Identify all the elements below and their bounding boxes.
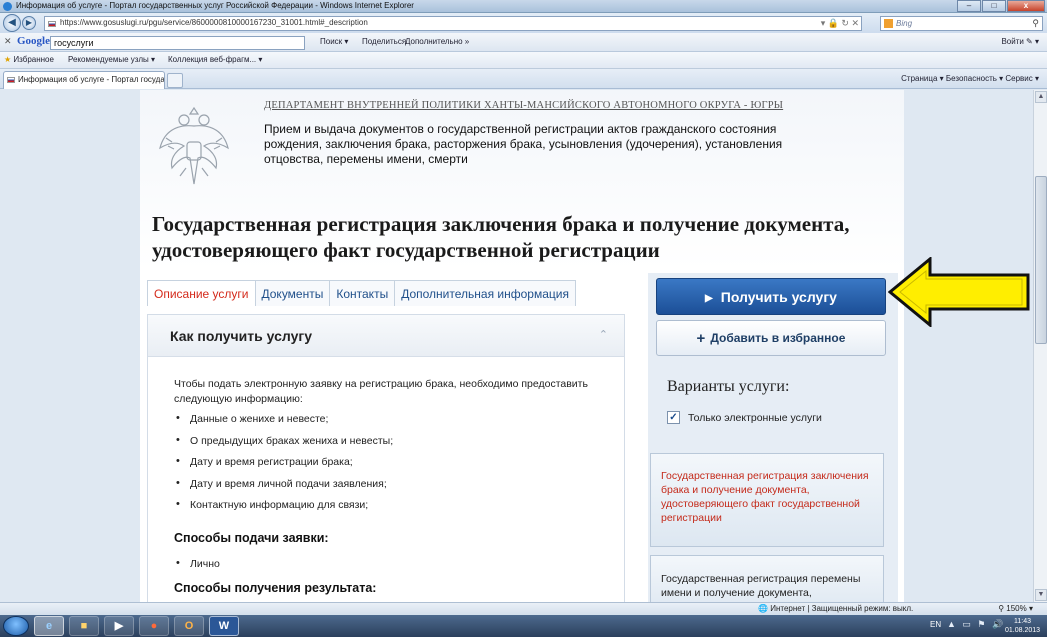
tab-additional-info[interactable]: Дополнительная информация xyxy=(394,280,576,306)
maximize-button[interactable]: □ xyxy=(982,0,1006,12)
window-title-bar: Информация об услуге - Портал государств… xyxy=(0,0,1047,13)
service-description: Прием и выдача документов о государствен… xyxy=(264,122,783,166)
security-zone: 🌐 Интернет | Защищенный режим: выкл. xyxy=(758,604,914,613)
globe-icon: 🌐 xyxy=(758,604,768,613)
only-electronic-checkbox[interactable]: ✓ xyxy=(667,411,680,424)
folder-taskbar-icon[interactable]: ■ xyxy=(69,616,99,636)
add-to-favorites-button[interactable]: + Добавить в избранное xyxy=(656,320,886,356)
russia-flag-icon xyxy=(7,77,15,83)
zoom-control[interactable]: ⚲ 150% ▾ xyxy=(998,604,1033,613)
new-tab-button[interactable] xyxy=(167,73,183,88)
signin-button[interactable]: Войти ✎ ▾ xyxy=(1001,37,1039,46)
variants-title: Варианты услуги: xyxy=(667,378,790,395)
close-icon[interactable]: ✕ xyxy=(4,36,12,47)
page-scrollbar[interactable]: ▲ ▼ xyxy=(1033,90,1047,602)
google-search-button[interactable]: Поиск ▾ xyxy=(320,37,348,46)
windows-taskbar: e ■ ▶ ● O W EN ▲ ▭ ⚑ 🔊 11:43 01.08.2013 xyxy=(0,615,1047,637)
page-content: ДЕПАРТАМЕНТ ВНУТРЕННЕЙ ПОЛИТИКИ ХАНТЫ-МА… xyxy=(140,90,904,602)
tray-icons[interactable]: ▲ ▭ ⚑ 🔊 xyxy=(947,619,1005,630)
favorites-button[interactable]: ★ Избранное xyxy=(4,55,54,64)
outlook-taskbar-icon[interactable]: O xyxy=(174,616,204,636)
service-description-panel: Как получить услугу ⌃ Чтобы подать элект… xyxy=(147,314,625,602)
variant-link[interactable]: Государственная регистрация заключения б… xyxy=(661,469,871,525)
favorites-item-recommended[interactable]: Рекомендуемые узлы ▾ xyxy=(68,55,155,64)
coat-of-arms-icon xyxy=(159,106,229,185)
google-logo: Google xyxy=(17,35,50,47)
google-search-input[interactable]: госуслуги xyxy=(50,36,305,50)
how-to-get-header[interactable]: Как получить услугу ⌃ xyxy=(148,315,624,357)
media-player-taskbar-icon[interactable]: ▶ xyxy=(104,616,134,636)
page-title: Государственная регистрация заключения б… xyxy=(152,212,850,262)
language-indicator[interactable]: EN xyxy=(930,620,941,629)
browser-tab-active[interactable]: Информация об услуге - Портал государств… xyxy=(3,71,165,89)
get-service-button[interactable]: ▶ Получить услугу xyxy=(656,278,886,315)
chevron-up-icon[interactable]: ⌃ xyxy=(599,328,608,341)
start-button[interactable] xyxy=(3,616,29,636)
url-text: https://www.gosuslugi.ru/pgu/service/860… xyxy=(60,18,368,27)
scroll-down-button[interactable]: ▼ xyxy=(1035,589,1047,601)
back-button[interactable]: ◀ xyxy=(3,14,21,32)
chrome-taskbar-icon[interactable]: ● xyxy=(139,616,169,636)
service-sidebar: ▶ Получить услугу + Добавить в избранное В… xyxy=(648,273,898,602)
list-item: Лично xyxy=(176,557,220,570)
google-toolbar: ✕ Google госуслуги Поиск ▾ Поделиться До… xyxy=(0,33,1047,52)
tab-documents[interactable]: Документы xyxy=(254,280,331,306)
plus-icon: + xyxy=(696,330,706,347)
tab-contacts[interactable]: Контакты xyxy=(329,280,396,306)
favorites-bar: ★ Избранное Рекомендуемые узлы ▾ Коллекц… xyxy=(0,52,1047,69)
service-variant-card[interactable]: Государственная регистрация заключения б… xyxy=(650,453,884,547)
word-taskbar-icon[interactable]: W xyxy=(209,616,239,636)
bing-icon xyxy=(884,19,893,28)
submit-methods-title: Способы подачи заявки: xyxy=(174,531,329,545)
intro-text: Чтобы подать электронную заявку на регис… xyxy=(174,378,588,405)
zoom-icon: ⚲ xyxy=(998,604,1005,613)
clock[interactable]: 11:43 01.08.2013 xyxy=(1005,617,1040,635)
internet-explorer-icon xyxy=(3,2,12,11)
annotation-arrow-icon xyxy=(888,257,1030,327)
list-item: Данные о женихе и невесте; xyxy=(176,412,328,425)
favorites-item-gallery[interactable]: Коллекция веб-фрагм... ▾ xyxy=(168,55,262,64)
address-bar: ◀ ▶ https://www.gosuslugi.ru/pgu/service… xyxy=(0,13,1047,33)
scroll-thumb[interactable] xyxy=(1035,176,1047,344)
tab-description[interactable]: Описание услуги xyxy=(147,280,256,306)
list-item: Контактную информацию для связи; xyxy=(176,498,368,511)
url-field[interactable]: https://www.gosuslugi.ru/pgu/service/860… xyxy=(44,16,862,31)
command-bar[interactable]: Страница ▾ Безопасность ▾ Сервис ▾ xyxy=(901,74,1039,83)
only-electronic-label[interactable]: Только электронные услуги xyxy=(688,412,822,424)
page-viewport: ДЕПАРТАМЕНТ ВНУТРЕННЕЙ ПОЛИТИКИ ХАНТЫ-МА… xyxy=(0,90,1033,602)
search-placeholder: Bing xyxy=(896,19,913,28)
service-tabs: Описание услуги Документы Контакты Допол… xyxy=(147,280,576,306)
search-icon[interactable]: ⚲ xyxy=(1032,18,1039,29)
status-bar: 🌐 Интернет | Защищенный режим: выкл. ⚲ 1… xyxy=(0,602,1047,615)
result-methods-title: Способы получения результата: xyxy=(174,581,377,595)
russia-flag-icon xyxy=(48,21,56,27)
forward-button[interactable]: ▶ xyxy=(22,16,36,30)
section-title: Как получить услугу xyxy=(170,328,312,344)
close-button[interactable]: x xyxy=(1007,0,1045,12)
search-field[interactable]: Bing ⚲ xyxy=(880,16,1043,31)
play-arrow-icon: ▶ xyxy=(705,293,713,304)
list-item: О предыдущих браках жениха и невесты; xyxy=(176,434,393,447)
more-button[interactable]: Дополнительно » xyxy=(405,37,469,46)
scroll-up-button[interactable]: ▲ xyxy=(1035,91,1047,103)
browser-tab-bar: Информация об услуге - Портал государств… xyxy=(0,69,1047,89)
minimize-button[interactable]: – xyxy=(957,0,981,12)
lock-icon[interactable]: ▾ 🔒 ↻ ✕ xyxy=(821,18,859,29)
service-variant-card[interactable]: Государственная регистрация перемены име… xyxy=(650,555,884,602)
share-button[interactable]: Поделиться xyxy=(362,37,406,46)
variant-link[interactable]: Государственная регистрация перемены име… xyxy=(661,572,871,600)
window-title: Информация об услуге - Портал государств… xyxy=(16,1,414,10)
department-name[interactable]: ДЕПАРТАМЕНТ ВНУТРЕННЕЙ ПОЛИТИКИ ХАНТЫ-МА… xyxy=(264,100,783,111)
internet-explorer-taskbar-icon[interactable]: e xyxy=(34,616,64,636)
list-item: Дату и время личной подачи заявления; xyxy=(176,477,387,490)
star-icon: ★ xyxy=(4,55,12,64)
list-item: Дату и время регистрации брака; xyxy=(176,455,353,468)
